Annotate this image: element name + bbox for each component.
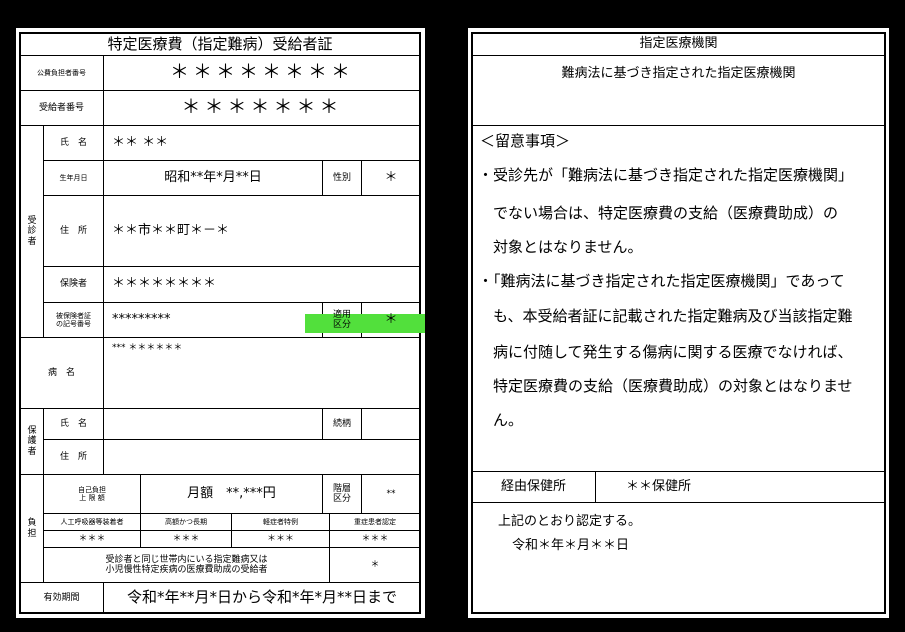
validity-value: 令和*年**月*日から令和*年*月**日まで xyxy=(126,588,397,607)
household-label: 受診者と同じ世帯内にいる指定難病又は 小児慢性特定疾病の医療費助成の受給者 xyxy=(44,548,329,582)
relationship-label: 続柄 xyxy=(332,418,351,429)
name-label: 氏 名 xyxy=(59,137,87,148)
name-value: ＊＊ ＊＊ xyxy=(112,134,169,150)
burden-header-mild: 軽症者特例 xyxy=(263,517,298,526)
note-line-5: も、本受給者証に記載された指定難病及び当該指定難 xyxy=(478,307,853,325)
guardian-name-label: 氏 名 xyxy=(59,418,87,429)
address-value: ＊＊市＊＊町＊－＊ xyxy=(112,222,230,238)
note-line-3: 対象とはなりません。 xyxy=(478,238,643,256)
disease-label: 病 名 xyxy=(47,367,75,378)
self-limit-label-line1: 自己負担 xyxy=(78,485,106,494)
applicable-class-label-line1: 適用 xyxy=(332,309,351,320)
note-line-8: ん。 xyxy=(478,411,524,429)
household-label-line2: 小児慢性特定疾病の医療費助成の受給者 xyxy=(105,565,268,575)
tier-value: ** xyxy=(386,488,396,499)
certify-line-1: 上記のとおり認定する。 xyxy=(498,513,642,529)
insured-cert-label-line2: の記号番号 xyxy=(56,320,91,328)
tier-label: 階層 区分 xyxy=(323,475,361,513)
note-line-4: ・「難病法に基づき指定された指定医療機関」であって xyxy=(478,272,845,290)
burden-header-high-long: 高額かつ長期 xyxy=(165,517,207,526)
burden-header-ventilator: 人工呼吸器等装着者 xyxy=(60,517,124,526)
sex-value: ＊ xyxy=(384,169,398,185)
notes-heading: ＜留意事項＞ xyxy=(480,132,571,151)
certificate-panel: 特定医療費（指定難病）受給者証 公費負担者番号 ＊＊＊＊＊＊＊＊ 受給者番号 ＊… xyxy=(16,28,425,618)
note-line-1: ・受診先が「難病法に基づき指定された指定医療機関」 xyxy=(478,166,854,184)
monthly-amount: 月額 **,***円 xyxy=(187,485,276,501)
insured-cert-value: ********* xyxy=(112,311,171,327)
recipient-no-value: ＊＊＊＊＊＊＊ xyxy=(181,96,343,119)
household-value: ＊ xyxy=(370,559,380,570)
self-limit-label-line2: 上 限 額 xyxy=(79,494,105,502)
note-line-7: 特定医療費の支給（医療費助成）の対象とはなりませ xyxy=(478,377,853,395)
applicable-class-label: 適用 区分 xyxy=(323,303,361,337)
institution-panel: 指定医療機関 難病法に基づき指定された指定医療機関 ＜留意事項＞ ・受診先が「難… xyxy=(468,28,889,618)
applicable-class-value: ＊ xyxy=(384,311,398,327)
note-line-6: 病に付随して発生する傷病に関する医療でなければ、 xyxy=(478,343,853,361)
burden-value-severe: ＊＊＊ xyxy=(361,533,389,544)
health-center-label: 経由保健所 xyxy=(500,478,566,494)
insurer-label: 保険者 xyxy=(59,279,87,290)
insured-cert-label-line1: 被保険者証 xyxy=(56,311,91,320)
tier-label-line2: 区分 xyxy=(332,494,351,504)
sex-label: 性別 xyxy=(332,172,351,183)
burden-value-ventilator: ＊＊＊ xyxy=(78,533,106,544)
certificate-title: 特定医療費（指定難病）受給者証 xyxy=(107,34,333,53)
public-payer-no-label: 公費負担者番号 xyxy=(37,68,86,77)
validity-label: 有効期間 xyxy=(43,592,80,603)
guardian-address-label: 住 所 xyxy=(59,451,87,462)
address-label: 住 所 xyxy=(59,225,87,236)
household-label-line1: 受診者と同じ世帯内にいる指定難病又は xyxy=(105,554,268,565)
dob-label: 生年月日 xyxy=(59,173,88,182)
burden-header-severe: 重症患者認定 xyxy=(354,517,396,526)
applicable-class-label-line2: 区分 xyxy=(332,320,351,330)
certify-line-2: 令和＊年＊月＊＊日 xyxy=(512,537,630,553)
burden-value-high-long: ＊＊＊ xyxy=(172,533,200,544)
recipient-group-label: 受診者 xyxy=(27,215,37,247)
guardian-group-label: 保護者 xyxy=(27,425,37,457)
institution-title: 指定医療機関 xyxy=(639,36,718,52)
insurer-value: ＊＊＊＊＊＊＊＊ xyxy=(112,276,217,292)
institution-value: 難病法に基づき指定された指定医療機関 xyxy=(561,65,796,81)
recipient-no-label: 受給者番号 xyxy=(38,102,84,113)
burden-group-label: 負担 xyxy=(27,518,37,539)
public-payer-no-value: ＊＊＊＊＊＊＊＊ xyxy=(169,61,354,84)
burden-value-mild: ＊＊＊ xyxy=(266,533,294,544)
disease-value: *** ＊＊＊＊＊＊ xyxy=(112,342,183,353)
note-line-2: でない場合は、特定医療費の支給（医療費助成）の xyxy=(478,204,839,222)
tier-label-line1: 階層 xyxy=(332,483,351,494)
self-limit-label: 自己負担 上 限 額 xyxy=(44,475,140,513)
dob-value: 昭和**年*月**日 xyxy=(164,169,262,185)
health-center-value: ＊＊保健所 xyxy=(626,478,692,494)
insured-cert-label: 被保険者証 の記号番号 xyxy=(44,303,103,337)
